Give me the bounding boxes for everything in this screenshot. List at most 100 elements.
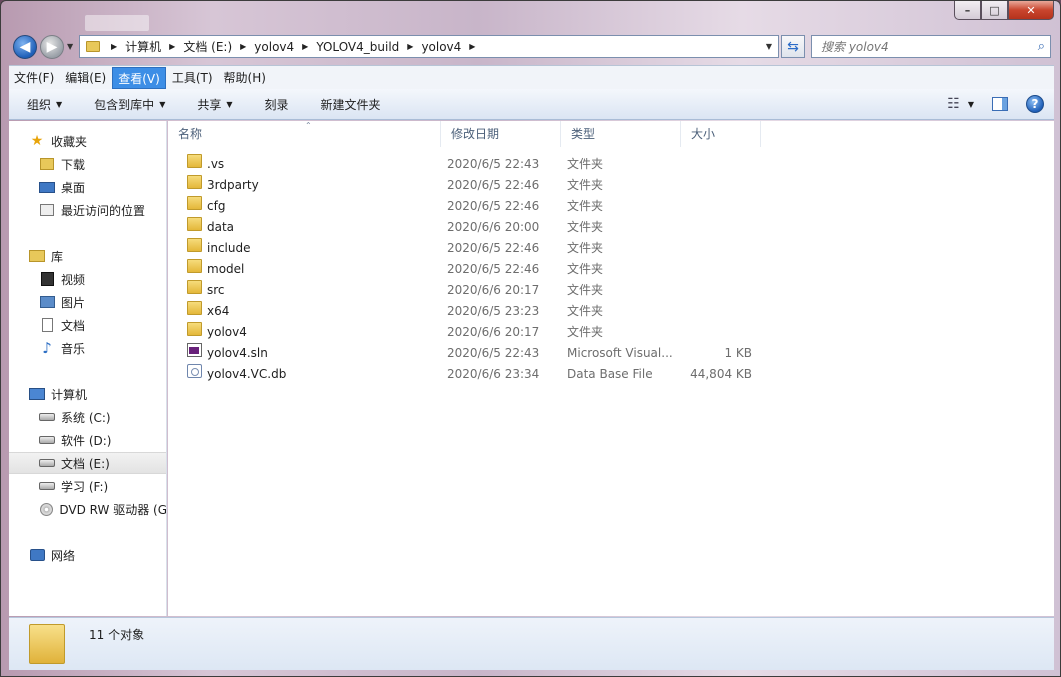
nav-recent-label: 最近访问的位置 (61, 203, 146, 218)
file-row[interactable]: yolov4.sln 2020/6/5 22:43 Microsoft Visual… (168, 343, 768, 364)
nav-drive-f[interactable]: 学习 (F:) (9, 475, 166, 497)
menu-view[interactable]: 查看(V) (112, 66, 166, 89)
file-type: 文件夹 (567, 157, 604, 171)
maximize-button[interactable]: □ (981, 1, 1008, 20)
menu-tools[interactable]: 工具(T) (167, 67, 218, 89)
details-pane: 11 个对象 (9, 617, 1054, 670)
breadcrumb-yolov4[interactable]: yolov4 (251, 40, 297, 54)
nav-favorites[interactable]: ★ 收藏夹 (9, 130, 166, 152)
nav-drive-e[interactable]: 文档 (E:) (9, 452, 166, 474)
column-header-type[interactable]: 类型 (561, 121, 681, 147)
chevron-right-icon[interactable]: ▶ (464, 42, 480, 51)
chevron-right-icon[interactable]: ▶ (235, 42, 251, 51)
preview-pane-icon[interactable] (992, 97, 1008, 111)
dvd-disc-icon (39, 502, 53, 516)
column-header-size[interactable]: 大小 (681, 121, 761, 147)
file-date: 2020/6/5 23:23 (447, 304, 540, 318)
nav-desktop[interactable]: 桌面 (9, 176, 166, 198)
breadcrumb-yolov4-current[interactable]: yolov4 (418, 40, 464, 54)
breadcrumb-drive-e[interactable]: 文档 (E:) (180, 38, 235, 55)
file-row[interactable]: .vs 2020/6/5 22:43 文件夹 (168, 154, 768, 175)
nav-documents[interactable]: 文档 (9, 314, 166, 336)
column-header-date[interactable]: 修改日期 (441, 121, 561, 147)
breadcrumb-yolov4-build[interactable]: YOLOV4_build (313, 40, 402, 54)
share-button[interactable]: 共享 ▼ (179, 96, 246, 113)
chevron-down-icon: ▼ (56, 99, 63, 109)
column-date-label: 修改日期 (451, 127, 500, 141)
nav-libraries[interactable]: 库 (9, 245, 166, 267)
search-box[interactable]: ⌕ (811, 35, 1051, 58)
documents-icon (41, 318, 53, 332)
music-note-icon: ♪ (42, 339, 52, 357)
file-row[interactable]: 3rdparty 2020/6/5 22:46 文件夹 (168, 175, 768, 196)
organize-button[interactable]: 组织 ▼ (9, 96, 76, 113)
file-row[interactable]: x64 2020/6/5 23:23 文件夹 (168, 301, 768, 322)
share-label: 共享 (197, 97, 222, 112)
file-row[interactable]: model 2020/6/5 22:46 文件夹 (168, 259, 768, 280)
file-row[interactable]: yolov4.VC.db 2020/6/6 23:34 Data Base File… (168, 364, 768, 385)
file-name: x64 (207, 304, 230, 318)
menu-edit[interactable]: 编辑(E) (60, 67, 111, 89)
folder-icon (187, 238, 202, 252)
menu-help[interactable]: 帮助(H) (219, 67, 271, 89)
file-name: 3rdparty (207, 178, 259, 192)
chevron-down-icon: ▼ (159, 99, 166, 109)
file-row[interactable]: data 2020/6/6 20:00 文件夹 (168, 217, 768, 238)
chevron-right-icon[interactable]: ▶ (402, 42, 418, 51)
menu-file[interactable]: 文件(F) (9, 67, 59, 89)
chevron-down-icon[interactable]: ▼ (968, 100, 974, 109)
refresh-button[interactable]: ⇆ (781, 35, 805, 58)
file-type: Data Base File (567, 367, 653, 381)
downloads-folder-icon (40, 158, 54, 170)
view-options-icon[interactable]: ☷ (947, 96, 960, 112)
file-list: ⌃ 名称 修改日期 类型 大小 .vs 2020/6/5 22:43 文件夹 3rdp… (168, 121, 1054, 616)
file-row[interactable]: src 2020/6/6 20:17 文件夹 (168, 280, 768, 301)
nav-drive-d[interactable]: 软件 (D:) (9, 429, 166, 451)
file-type: 文件夹 (567, 220, 604, 234)
chevron-down-icon: ▼ (226, 99, 233, 109)
nav-computer[interactable]: 计算机 (9, 383, 166, 405)
help-icon[interactable]: ? (1026, 95, 1044, 113)
nav-pictures[interactable]: 图片 (9, 291, 166, 313)
recent-pages-dropdown[interactable]: ▼ (67, 42, 73, 51)
column-header-name[interactable]: ⌃ 名称 (168, 121, 441, 147)
burn-label: 刻录 (264, 97, 289, 112)
chevron-right-icon[interactable]: ▶ (106, 42, 122, 51)
back-button[interactable]: ◀ (13, 35, 37, 59)
nav-music[interactable]: ♪ 音乐 (9, 337, 166, 359)
nav-dvd-label: DVD RW 驱动器 (G (59, 502, 167, 517)
minimize-button[interactable]: – (954, 1, 981, 20)
breadcrumb-computer[interactable]: 计算机 (122, 38, 164, 55)
nav-dvd-drive[interactable]: DVD RW 驱动器 (G (9, 498, 167, 520)
command-bar-right: ☷ ▼ ? (947, 95, 1044, 113)
nav-drive-c[interactable]: 系统 (C:) (9, 406, 166, 428)
nav-network[interactable]: 网络 (9, 544, 166, 566)
close-button[interactable]: ✕ (1008, 1, 1054, 20)
chevron-right-icon[interactable]: ▶ (164, 42, 180, 51)
nav-drive-e-label: 文档 (E:) (61, 456, 110, 471)
file-size: 1 KB (724, 346, 752, 360)
forward-button[interactable]: ▶ (40, 35, 64, 59)
nav-documents-label: 文档 (61, 318, 86, 333)
file-type: 文件夹 (567, 178, 604, 192)
search-icon[interactable]: ⌕ (1038, 39, 1045, 54)
new-folder-button[interactable]: 新建文件夹 (303, 96, 395, 113)
nav-desktop-label: 桌面 (61, 180, 86, 195)
file-row[interactable]: include 2020/6/5 22:46 文件夹 (168, 238, 768, 259)
file-row[interactable]: cfg 2020/6/5 22:46 文件夹 (168, 196, 768, 217)
hard-drive-icon (39, 459, 55, 467)
nav-videos[interactable]: 视频 (9, 268, 166, 290)
include-library-button[interactable]: 包含到库中 ▼ (76, 96, 179, 113)
burn-button[interactable]: 刻录 (247, 96, 303, 113)
nav-recent-places[interactable]: 最近访问的位置 (9, 199, 166, 221)
address-bar[interactable]: ▶ 计算机 ▶ 文档 (E:) ▶ yolov4 ▶ YOLOV4_build … (79, 35, 779, 58)
address-history-dropdown[interactable]: ▼ (760, 42, 778, 51)
menu-bar: 文件(F) 编辑(E) 查看(V) 工具(T) 帮助(H) (9, 65, 1054, 89)
nav-downloads[interactable]: 下载 (9, 153, 166, 175)
nav-downloads-label: 下载 (61, 157, 86, 172)
nav-drive-d-label: 软件 (D:) (61, 433, 112, 448)
file-row[interactable]: yolov4 2020/6/6 20:17 文件夹 (168, 322, 768, 343)
search-input[interactable] (821, 39, 1021, 54)
chevron-right-icon[interactable]: ▶ (297, 42, 313, 51)
nav-drive-f-label: 学习 (F:) (61, 479, 109, 494)
